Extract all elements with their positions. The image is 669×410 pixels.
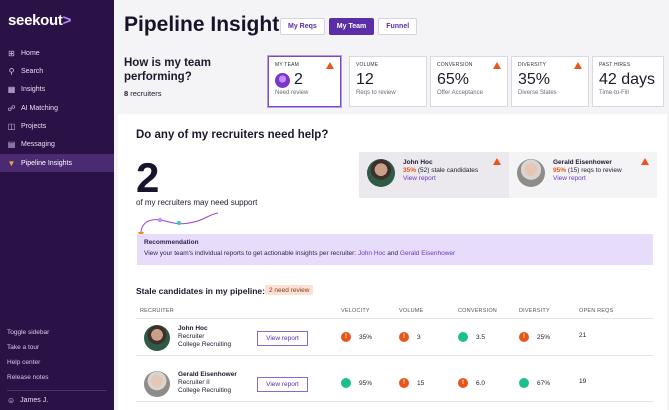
column-header-velocity: VELOCITY (341, 308, 370, 314)
home-icon: ⊞ (8, 48, 15, 58)
view-tabs: My Reqs My Team Funnel (280, 18, 418, 35)
toggle-sidebar-link[interactable]: Toggle sidebar (7, 325, 49, 340)
metric-card-conversion[interactable]: CONVERSION 65% Offer Acceptance (430, 56, 508, 107)
search-icon: ⚲ (8, 66, 15, 76)
main-panel: Do any of my recruiters need help? 2 of … (118, 114, 667, 410)
warning-icon: ! (519, 332, 529, 342)
help-center-link[interactable]: Help center (7, 355, 49, 370)
warning-icon (326, 62, 334, 69)
table-row: John Hoc Recruiter College Recruiting Vi… (136, 320, 653, 356)
recruiter-alert-card: John Hoc 35% (52) stale candidates View … (359, 152, 509, 198)
team-avatar-icon (275, 72, 290, 88)
ok-status-icon (341, 378, 351, 388)
sidebar-item-messaging[interactable]: ▤ Messaging (0, 136, 114, 154)
warning-icon: ! (399, 378, 409, 388)
ai-matching-icon: ☍ (7, 103, 16, 113)
rec-link-john-hoc[interactable]: John Hoc (358, 250, 385, 257)
diversity-cell: ! 25% (519, 332, 550, 342)
recruiter-photo (517, 159, 545, 187)
volume-cell: ! 15 (399, 378, 424, 388)
help-section-title: Do any of my recruiters need help? (136, 129, 329, 141)
view-report-link[interactable]: View report (403, 175, 478, 183)
ok-status-icon (519, 378, 529, 388)
warning-icon (641, 158, 649, 165)
recruiters-needing-help-count: 2 (136, 154, 160, 201)
recruiter-alert-card: Gerald Eisenhower 95% (15) reqs to revie… (509, 152, 657, 198)
sidebar: seekout> ⊞ Home ⚲ Search ▦ Insights ☍ AI Mat… (0, 0, 114, 410)
column-header-recruiter: RECRUITER (140, 308, 174, 314)
sidebar-nav: ⊞ Home ⚲ Search ▦ Insights ☍ AI Matching ◫ Pr… (0, 44, 114, 173)
open-reqs-cell: 19 (579, 378, 587, 385)
recruiter-photo (144, 325, 170, 351)
sidebar-item-search[interactable]: ⚲ Search (0, 62, 114, 80)
view-report-link[interactable]: View report (553, 175, 622, 183)
summary-question: How is my team performing? (124, 57, 211, 83)
velocity-cell: 95% (341, 378, 372, 388)
conversion-cell: 3.5 (458, 332, 485, 342)
tab-my-team[interactable]: My Team (328, 18, 375, 35)
tab-my-reqs[interactable]: My Reqs (280, 18, 325, 35)
open-reqs-cell: 21 (579, 332, 587, 339)
velocity-cell: ! 35% (341, 332, 372, 342)
ok-status-icon (458, 332, 468, 342)
tab-funnel[interactable]: Funnel (378, 18, 418, 35)
volume-cell: ! 3 (399, 332, 421, 342)
status-badge: 2 need review (265, 285, 314, 295)
sidebar-item-ai-matching[interactable]: ☍ AI Matching (0, 99, 114, 117)
recruiter-photo (144, 371, 170, 397)
table-header: RECRUITER VELOCITY VOLUME CONVERSION DIV… (136, 305, 653, 319)
warning-icon (574, 62, 582, 69)
metric-card-volume[interactable]: VOLUME 12 Reqs to review (349, 56, 427, 107)
sidebar-item-pipeline-insights[interactable]: ▼ Pipeline Insights (0, 154, 114, 173)
column-header-open-reqs: OPEN REQS (579, 308, 614, 314)
warning-icon: ! (458, 378, 468, 388)
column-header-conversion: CONVERSION (458, 308, 497, 314)
pipeline-icon: ▼ (7, 158, 16, 168)
sidebar-item-projects[interactable]: ◫ Projects (0, 118, 114, 136)
metric-card-past-hires[interactable]: PAST HIRES 42 days Time-to-Fill (592, 56, 664, 107)
warning-icon: ! (341, 332, 351, 342)
seekout-logo[interactable]: seekout> (8, 12, 71, 29)
recruiters-needing-help-caption: of my recruiters may need support (136, 198, 258, 207)
sidebar-divider (7, 390, 107, 391)
view-report-button[interactable]: View report (257, 331, 308, 346)
warning-icon: ! (399, 332, 409, 342)
recommendation-box: Recommendation View your team's individu… (137, 234, 653, 265)
insights-icon: ▦ (7, 85, 16, 95)
release-notes-link[interactable]: Release notes (7, 370, 49, 385)
rec-link-gerald-eisenhower[interactable]: Gerald Eisenhower (400, 250, 455, 257)
sidebar-bottom-nav: Toggle sidebar Take a tour Help center R… (7, 325, 49, 385)
take-a-tour-link[interactable]: Take a tour (7, 340, 49, 355)
user-icon: ☺ (7, 396, 16, 405)
conversion-cell: ! 6.0 (458, 378, 485, 388)
table-row: Gerald Eisenhower Recruiter II College R… (136, 366, 653, 402)
metric-card-diversity[interactable]: DIVERSITY 35% Diverse Slates (511, 56, 589, 107)
diversity-cell: 67% (519, 378, 550, 388)
sidebar-item-home[interactable]: ⊞ Home (0, 44, 114, 62)
recruiter-photo (367, 159, 395, 187)
column-header-volume: VOLUME (399, 308, 424, 314)
warning-icon (493, 158, 501, 165)
projects-icon: ◫ (7, 122, 16, 132)
page-title: Pipeline Insights (124, 13, 291, 36)
recruiter-count: 8 recruiters (124, 89, 162, 98)
messaging-icon: ▤ (7, 140, 16, 150)
sidebar-item-insights[interactable]: ▦ Insights (0, 81, 114, 99)
column-header-diversity: DIVERSITY (519, 308, 550, 314)
view-report-button[interactable]: View report (257, 377, 308, 392)
warning-icon (493, 62, 501, 69)
user-menu[interactable]: ☺ James J. (7, 396, 48, 405)
metric-card-my-team[interactable]: MY TEAM 2 Need review (268, 56, 341, 107)
stale-section-title: Stale candidates in my pipeline: (136, 286, 265, 296)
